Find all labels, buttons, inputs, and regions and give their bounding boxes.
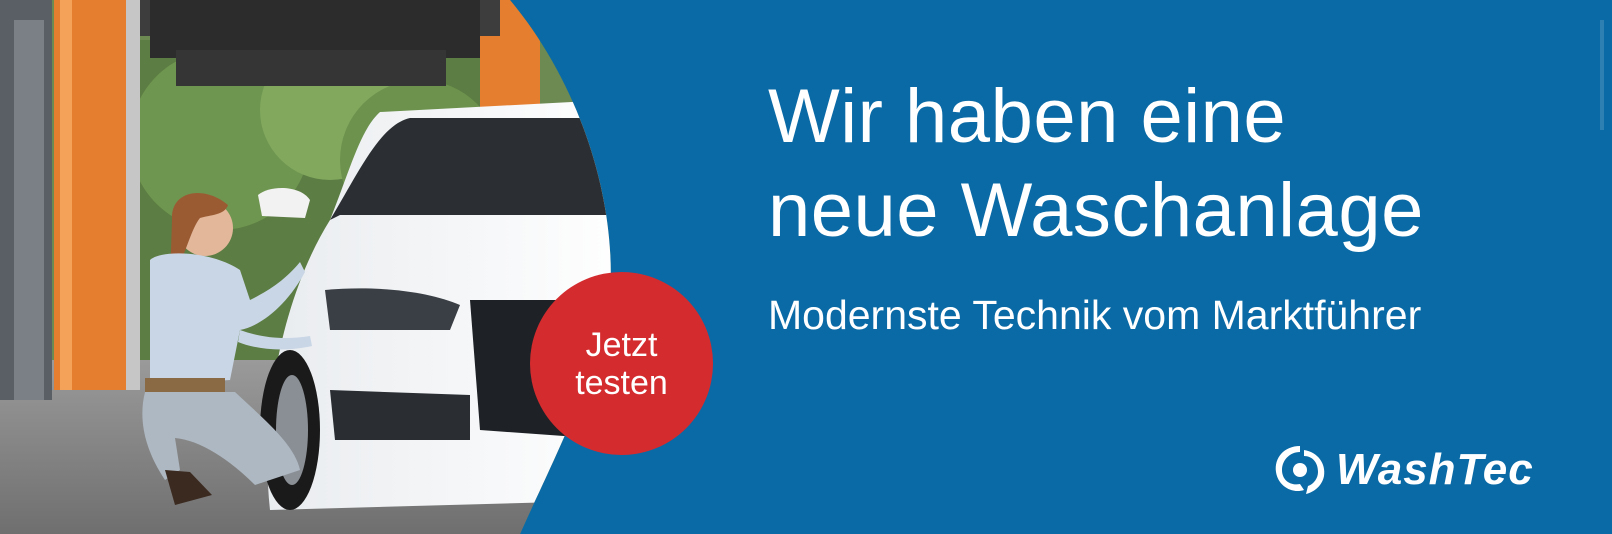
headline-line-1: Wir haben eine bbox=[768, 74, 1287, 159]
cta-line-1: Jetzt bbox=[585, 325, 658, 364]
fine-print-strip bbox=[1600, 20, 1604, 130]
subline: Modernste Technik vom Marktführer bbox=[768, 292, 1422, 338]
logo-text: WashTec bbox=[1336, 445, 1534, 494]
headline-line-2: neue Waschanlage bbox=[768, 168, 1424, 253]
try-now-button[interactable]: Jetzt testen bbox=[530, 272, 713, 455]
headline: Wir haben eine neue Waschanlage bbox=[768, 70, 1424, 258]
washtec-logo-icon bbox=[1275, 446, 1325, 494]
cta-line-2: testen bbox=[575, 363, 668, 402]
washtec-logo: WashTec bbox=[1270, 440, 1534, 500]
ad-banner[interactable]: Wir haben eine neue Waschanlage Modernst… bbox=[0, 0, 1612, 534]
